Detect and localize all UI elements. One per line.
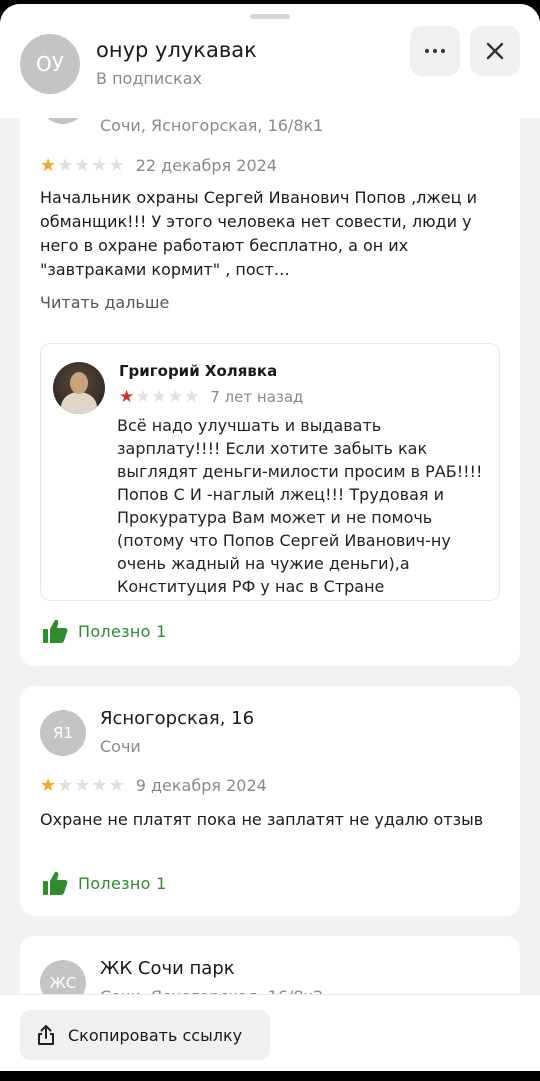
review-address: Сочи, Ясногорская, 16/8к1 [100,116,324,135]
review-title: Ясногорская, 16 [100,708,255,729]
star-icon: ★ [74,154,91,176]
embedded-review-image[interactable]: Григорий Холявка ★ ★ ★ ★ ★ 7 лет назад В… [40,343,500,601]
star-icon: ★ [167,386,183,407]
review-text: Начальник охраны Сергей Иванович Попов ,… [40,188,478,279]
embedded-text: Всё надо улучшать и выдавать зарплату!!!… [117,416,483,596]
bottom-sheet: ЯС Сочи, Ясногорская, 16/8к1 ★ ★ ★ ★ ★ 2… [0,4,540,1071]
helpful-button[interactable]: Полезно 1 [42,870,167,896]
star-icon: ★ [119,386,135,407]
helpful-label: Полезно 1 [78,621,167,641]
star-icon: ★ [40,154,57,176]
review-card: ЯС Сочи, Ясногорская, 16/8к1 ★ ★ ★ ★ ★ 2… [20,64,520,666]
share-icon [38,1025,54,1045]
more-icon [425,49,445,53]
read-more-link[interactable]: Читать дальше [40,293,169,312]
review-title: ЖК Сочи парк [100,958,235,979]
review-card: Я1 Ясногорская, 16 Сочи ★ ★ ★ ★ ★ 9 дека… [20,686,520,916]
drag-handle[interactable] [250,14,290,19]
review-city: Сочи [100,737,141,756]
profile-avatar[interactable]: ОУ [20,34,80,94]
subscription-status: В подписках [96,69,202,88]
star-icon: ★ [74,774,91,796]
rating: ★ ★ ★ ★ ★ 22 декабря 2024 [40,156,277,175]
star-icon: ★ [57,154,74,176]
thumbs-up-icon [43,871,68,895]
star-icon: ★ [151,386,167,407]
helpful-label: Полезно 1 [78,873,167,893]
review-text: Охране не платят пока не заплатят не уда… [40,810,484,829]
rating: ★ ★ ★ ★ ★ 9 декабря 2024 [40,776,267,795]
star-icon: ★ [40,774,57,796]
embedded-author: Григорий Холявка [119,362,278,380]
bottom-bar: Скопировать ссылку [0,994,540,1071]
embedded-rating: ★ ★ ★ ★ ★ 7 лет назад [119,388,303,406]
profile-header: ОУ онур улукавак В подписках [0,4,540,118]
review-date: 22 декабря 2024 [135,156,277,175]
system-bar [0,1071,540,1081]
helpful-button[interactable]: Полезно 1 [42,618,167,644]
copy-link-button[interactable]: Скопировать ссылку [20,1010,270,1060]
copy-link-label: Скопировать ссылку [68,1025,243,1045]
avatar: Я1 [40,710,86,756]
star-icon: ★ [57,774,74,796]
star-icon: ★ [135,386,151,407]
star-icon: ★ [91,774,108,796]
star-icon: ★ [91,154,108,176]
close-icon [486,42,504,60]
embedded-date: 7 лет назад [210,388,304,406]
star-icon: ★ [108,774,125,796]
profile-name[interactable]: онур улукавак [96,38,257,62]
thumbs-up-icon [43,619,68,643]
review-date: 9 декабря 2024 [135,776,267,795]
author-photo [53,362,105,414]
star-icon: ★ [184,386,200,407]
close-button[interactable] [470,26,520,76]
star-icon: ★ [108,154,125,176]
more-options-button[interactable] [410,26,460,76]
